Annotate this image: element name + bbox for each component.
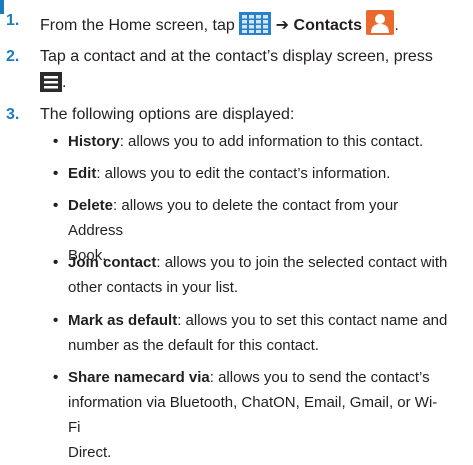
bullet: •	[53, 197, 59, 214]
bullet: •	[53, 369, 59, 386]
option-term: History	[68, 133, 120, 150]
option-desc-cont: Direct.	[68, 444, 112, 461]
menu-key-icon	[40, 72, 62, 99]
contacts-label: Contacts	[293, 17, 362, 34]
bullet: •	[53, 254, 59, 271]
option-term: Join contact	[68, 254, 157, 271]
contacts-app-icon	[366, 10, 395, 42]
step-text-start: From the Home screen, tap	[40, 17, 235, 34]
bullet: •	[53, 133, 59, 150]
option-desc: : allows you to join the selected contac…	[156, 254, 448, 271]
step-number: 2.	[6, 48, 20, 65]
step-number: 3.	[6, 106, 20, 123]
option-term: Share namecard via	[68, 369, 210, 386]
step-number: 1.	[6, 12, 20, 29]
step-text-line1: Tap a contact and at the contact’s displ…	[40, 48, 433, 65]
bullet: •	[53, 165, 59, 182]
option-term: Mark as default	[68, 312, 178, 329]
option-desc-cont: other contacts in your list.	[68, 279, 239, 296]
option-desc-cont: information via Bluetooth, ChatON, Email…	[68, 394, 438, 436]
step-text: The following options are displayed:	[40, 106, 295, 123]
option-desc: : allows you to delete the contact from …	[68, 197, 399, 239]
option-desc: : allows you to edit the contact’s infor…	[96, 165, 391, 182]
option-term: Delete	[68, 197, 114, 214]
arrow-glyph: ➔	[275, 17, 290, 34]
option-term: Edit	[68, 165, 97, 182]
bullet: •	[53, 312, 59, 329]
option-desc-cont: number as the default for this contact.	[68, 337, 319, 354]
step-text-end: .	[62, 74, 67, 91]
apps-grid-icon	[239, 12, 272, 42]
step-text: Tap a contact and at the contact’s displ…	[40, 46, 465, 68]
step-text-end: .	[394, 17, 399, 34]
option-desc: : allows you to add information to this …	[119, 133, 424, 150]
option-desc: : allows you to set this contact name an…	[177, 312, 448, 329]
step-text: From the Home screen, tap ➔ Contacts .	[40, 10, 465, 42]
section-accent-bar	[0, 0, 4, 14]
option-desc: : allows you to send the contact’s	[209, 369, 430, 386]
